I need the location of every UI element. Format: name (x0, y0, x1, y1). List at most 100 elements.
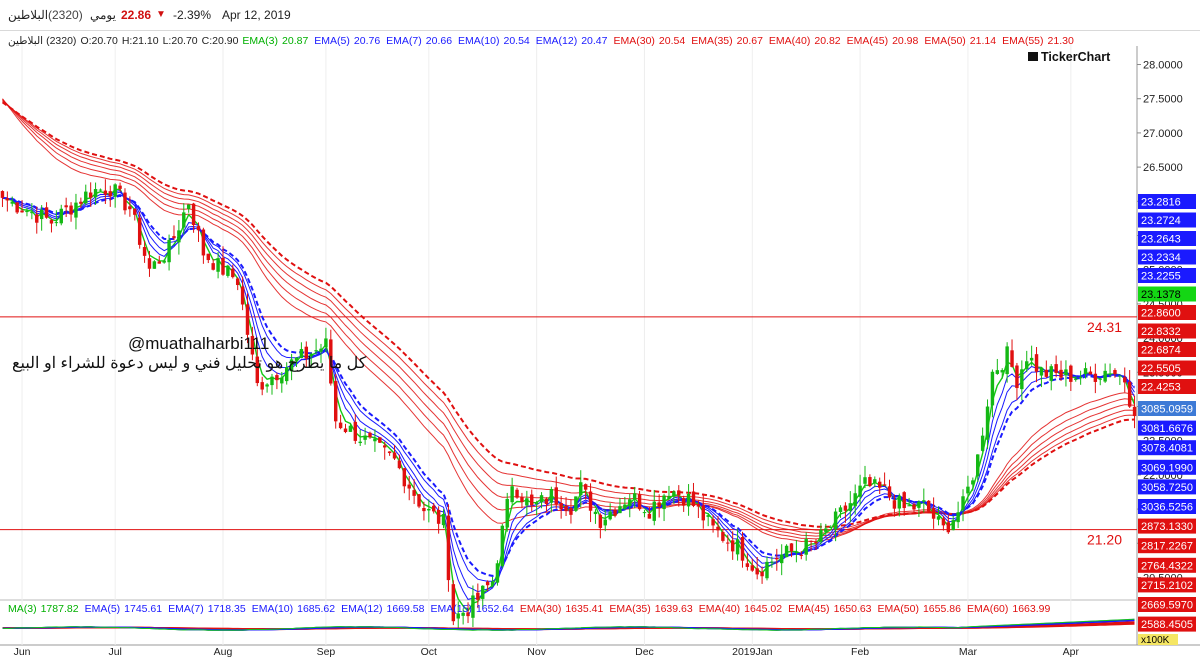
candle-body (574, 496, 578, 511)
candle-body (353, 421, 358, 441)
candle-body (245, 304, 250, 335)
candle-body (69, 205, 73, 215)
candle-body (333, 381, 338, 422)
price-badge-value: 22.6874 (1141, 345, 1181, 357)
ema-legend-label: EMA(35) (691, 35, 732, 47)
price-badge-value: 22.8332 (1141, 326, 1181, 338)
candle-body (1132, 406, 1137, 417)
horizontal-level-label: 21.20 (1087, 532, 1122, 548)
candle-body (206, 253, 211, 261)
candle-body (201, 229, 206, 256)
candle-body (926, 500, 931, 512)
ema-slow-line (2, 98, 1135, 540)
candle-body (133, 208, 137, 215)
ema-legend-value: 21.14 (970, 35, 996, 47)
candle-body (1044, 369, 1049, 377)
candle-body (476, 592, 480, 600)
candle-body (0, 191, 5, 198)
candle-body (235, 278, 240, 286)
candle-body (338, 422, 343, 429)
ohlc-item: C:20.90 (202, 35, 239, 47)
x-month-label: Jul (108, 646, 121, 657)
candle-body (1123, 377, 1127, 383)
volume-legend-value: 1635.41 (565, 603, 603, 615)
candle-body (152, 261, 157, 269)
candle-body (833, 511, 838, 530)
candle-body (446, 515, 451, 581)
candle-body (314, 350, 318, 352)
candle-body (378, 437, 382, 443)
volume-legend-value: 1650.63 (834, 603, 872, 615)
candle-body (544, 498, 549, 505)
candle-body (270, 376, 274, 386)
candle-body (588, 491, 593, 511)
candle-body (64, 205, 68, 208)
volume-legend-value: 1685.62 (297, 603, 335, 615)
candle-body (1093, 373, 1098, 382)
candle-body (657, 502, 661, 507)
candle-body (706, 515, 710, 517)
candle-body (569, 508, 573, 515)
ema-legend-label: EMA(5) (314, 35, 350, 47)
candle-body (824, 528, 828, 532)
candle-body (1118, 375, 1122, 377)
candle-body (848, 503, 853, 511)
ema-legend-value: 20.66 (426, 35, 452, 47)
candle-body (681, 498, 686, 506)
candle-body (177, 230, 181, 243)
candle-body (863, 477, 867, 484)
candle-body (677, 490, 681, 496)
candle-body (157, 261, 161, 264)
candle-body (1069, 365, 1073, 382)
candle-body (593, 511, 598, 515)
volume-legend-label: EMA(60) (967, 603, 1008, 615)
volume-legend-label: EMA(35) (609, 603, 650, 615)
candle-body (260, 382, 264, 390)
volume-badge-value: 3036.5256 (1141, 502, 1193, 514)
candle-body (907, 505, 911, 507)
candle-body (387, 451, 392, 454)
candle-body (745, 563, 750, 567)
candle-body (858, 485, 862, 497)
candle-body (525, 498, 529, 506)
candle-body (667, 496, 671, 499)
candle-body (662, 495, 666, 510)
price-badge-value: 22.8600 (1141, 308, 1181, 320)
price-chart[interactable]: البلاطين (2320) O:20.70 H:21.10 L:20.70 C:20.… (0, 0, 1200, 657)
volume-badge-value: 3081.6676 (1141, 423, 1193, 435)
ema-legend-value: 20.82 (814, 35, 840, 47)
volume-badge-value: 3069.1990 (1141, 462, 1193, 474)
ohlc-item: (2320) (46, 35, 76, 47)
candle-body (147, 258, 152, 269)
candle-body (216, 258, 220, 272)
ema-slow-line (2, 100, 1135, 531)
candle-body (760, 571, 764, 577)
volume-badge-value: 2715.2102 (1141, 580, 1193, 592)
ema-slow-line (2, 98, 1135, 543)
candle-body (618, 506, 622, 514)
ema-legend-label: EMA(50) (924, 35, 965, 47)
candle-body (108, 191, 112, 197)
candle-body (172, 236, 176, 239)
ohlc-item: البلاطين (8, 35, 43, 47)
candle-body (324, 338, 328, 348)
candle-body (427, 508, 431, 511)
volume-legend-value: 1669.58 (387, 603, 425, 615)
candle-body (226, 265, 230, 276)
candle-body (39, 209, 44, 220)
candle-body (1083, 368, 1088, 375)
volume-unit-label: x100K (1141, 635, 1170, 646)
ohlc-item: L:20.70 (163, 35, 198, 47)
candle-body (1088, 371, 1093, 375)
candle-body (613, 509, 617, 516)
price-badge-value: 23.2643 (1141, 234, 1181, 246)
candle-body (789, 543, 794, 552)
candle-body (765, 561, 769, 579)
ema-legend-value: 20.76 (354, 35, 380, 47)
candle-body (265, 384, 269, 387)
candle-body (162, 260, 166, 263)
candle-body (583, 484, 588, 490)
volume-badge-value: 3058.7250 (1141, 482, 1193, 494)
ema-slow-line (1, 101, 1135, 528)
volume-legend-label: EMA(45) (788, 603, 829, 615)
